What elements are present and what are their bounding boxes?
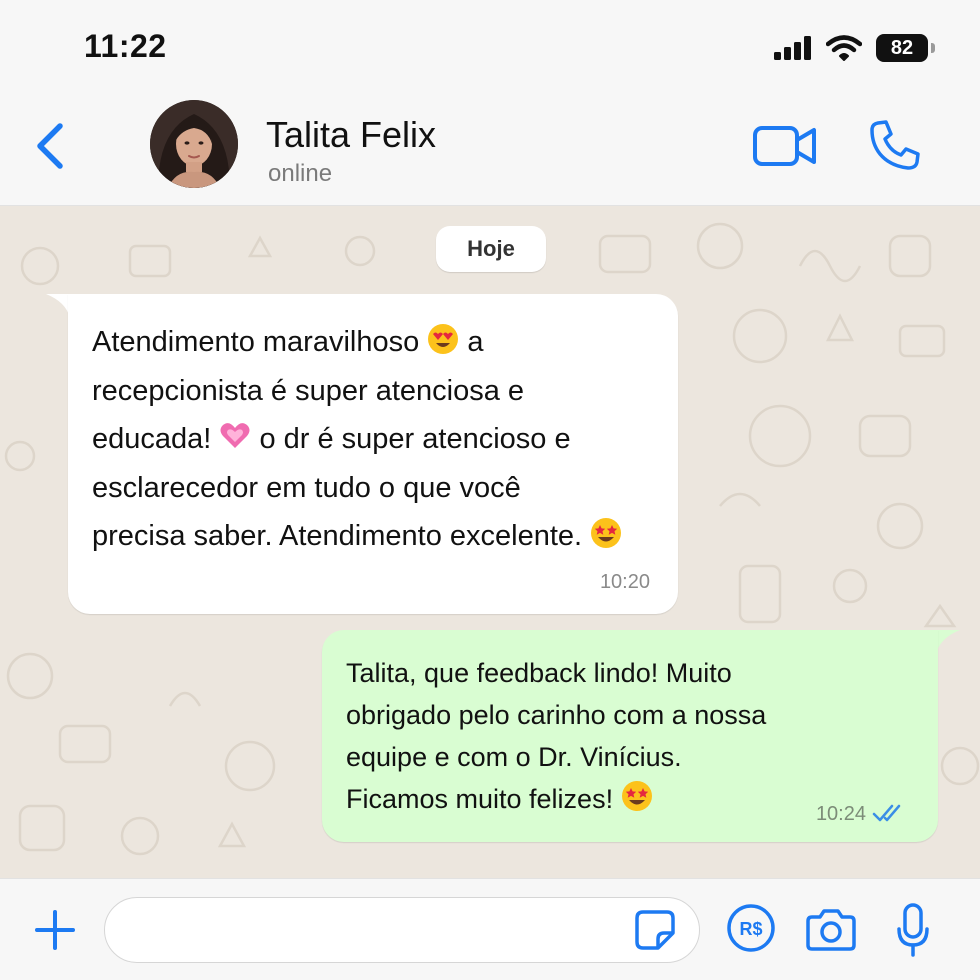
message-line: Talita, que feedback lindo! Muito	[346, 658, 732, 688]
battery-nub	[931, 43, 935, 53]
signal-icon	[774, 36, 811, 60]
back-chevron-icon[interactable]	[30, 118, 70, 174]
message-text: Talita, que feedback lindo! Muito obriga…	[346, 652, 906, 820]
message-line: educada!	[92, 423, 212, 455]
chat-header: Talita Felix online	[0, 92, 980, 206]
svg-text:R$: R$	[739, 919, 762, 939]
battery-indicator: 82	[876, 34, 935, 62]
message-time: 10:20	[599, 571, 650, 593]
message-input[interactable]	[104, 897, 700, 963]
contact-status: online	[268, 160, 333, 187]
date-divider: Hoje	[436, 226, 546, 272]
status-indicators: 82	[774, 32, 935, 64]
input-bar: R$	[0, 878, 980, 980]
star-struck-emoji-icon	[621, 781, 652, 811]
message-line: Atendimento maravilhoso	[92, 326, 420, 358]
outgoing-message[interactable]: Talita, que feedback lindo! Muito obriga…	[322, 630, 938, 842]
star-struck-emoji-icon	[591, 518, 622, 548]
phone-icon[interactable]	[868, 118, 922, 172]
incoming-message[interactable]: Atendimento maravilhoso a recepcionista …	[68, 294, 678, 614]
message-time: 10:24	[815, 803, 866, 825]
bubble-tail-outgoing	[936, 630, 960, 654]
status-bar: 11:22 82	[0, 0, 980, 92]
microphone-icon[interactable]	[896, 903, 930, 957]
wifi-icon	[826, 35, 862, 61]
double-check-icon	[872, 804, 901, 822]
battery-level: 82	[890, 36, 914, 59]
message-line: obrigado pelo carinho com a nossa	[346, 700, 767, 730]
camera-icon[interactable]	[806, 907, 856, 951]
sticker-icon[interactable]	[634, 909, 676, 951]
video-camera-icon[interactable]	[752, 122, 818, 170]
avatar[interactable]	[150, 100, 238, 188]
message-line: o dr é super atencioso e	[259, 423, 571, 455]
avatar-image	[150, 100, 238, 188]
pink-heart-emoji-icon	[220, 423, 250, 448]
message-line: a	[467, 326, 484, 358]
bubble-tail-incoming	[46, 294, 70, 318]
message-line: equipe e com o Dr. Vinícius.	[346, 742, 682, 772]
pay-icon[interactable]: R$	[726, 903, 776, 953]
message-line: recepcionista é super atenciosa e	[92, 374, 525, 407]
heart-eyes-emoji-icon	[428, 324, 459, 354]
plus-icon[interactable]	[34, 909, 76, 951]
chat-area[interactable]: Hoje Atendimento maravilhoso a recepcion…	[0, 206, 980, 878]
message-line: Ficamos muito felizes!	[346, 784, 614, 814]
message-line: esclarecedor em tudo o que você	[92, 471, 521, 504]
contact-name[interactable]: Talita Felix	[266, 114, 436, 156]
status-time: 11:22	[84, 28, 167, 64]
message-text: Atendimento maravilhoso a recepcionista …	[92, 318, 672, 561]
message-line: precisa saber. Atendimento excelente.	[92, 520, 583, 552]
